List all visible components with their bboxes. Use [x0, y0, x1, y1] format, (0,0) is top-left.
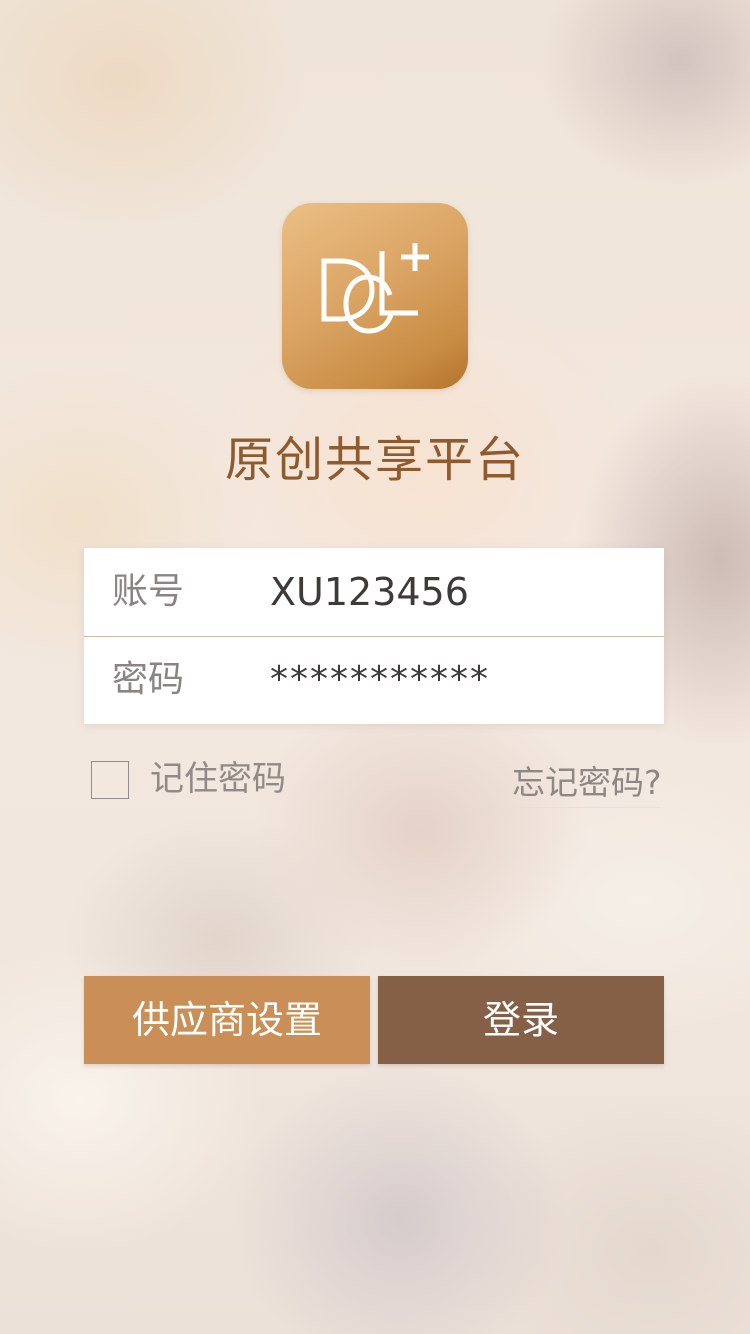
supplier-settings-button[interactable]: 供应商设置: [84, 976, 370, 1064]
account-label: 账号: [112, 571, 185, 612]
login-button[interactable]: 登录: [378, 976, 664, 1064]
app-logo: [282, 203, 468, 389]
remember-password-label[interactable]: 记住密码: [150, 757, 286, 801]
logo-monogram-icon: [321, 243, 429, 334]
forgot-password-link[interactable]: 忘记密码?: [512, 762, 660, 808]
password-label: 密码: [112, 659, 185, 700]
password-input[interactable]: ***********: [270, 636, 640, 724]
app-title: 原创共享平台: [224, 432, 525, 488]
password-row: 密码 ***********: [84, 636, 664, 724]
remember-password-checkbox[interactable]: [91, 761, 129, 799]
account-input[interactable]: [270, 548, 640, 636]
login-form: 账号 密码 ***********: [84, 548, 664, 724]
account-row: 账号: [84, 548, 664, 636]
